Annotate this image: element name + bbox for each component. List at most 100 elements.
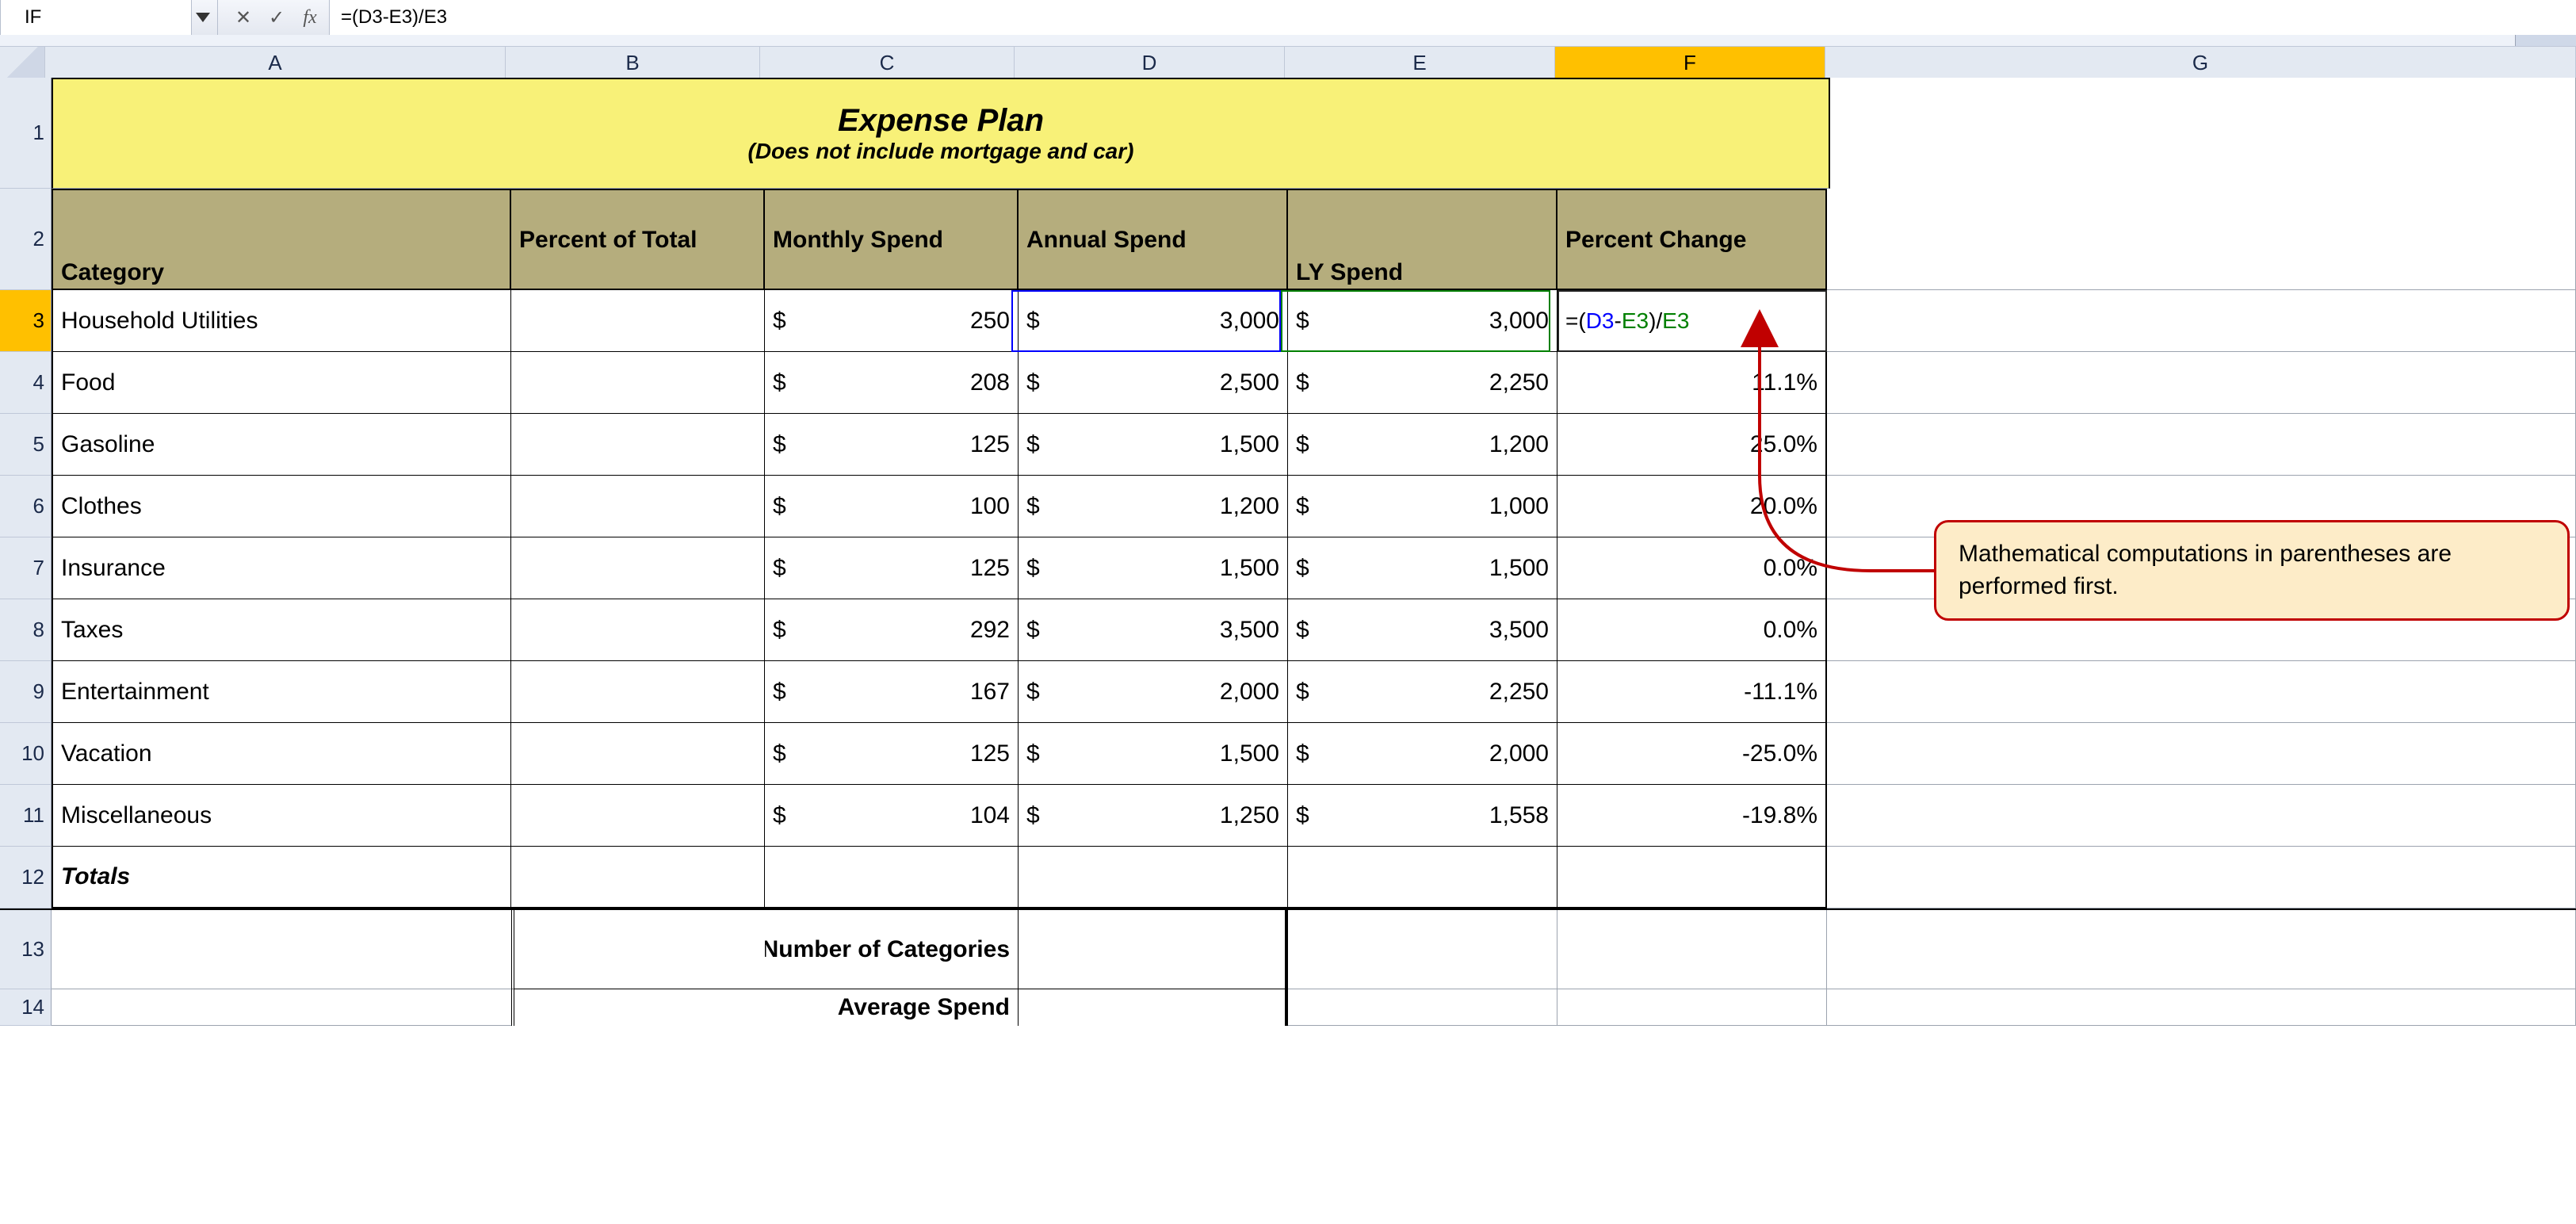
col-header-D[interactable]: D bbox=[1015, 47, 1285, 78]
cell-G1[interactable] bbox=[1830, 78, 2576, 189]
cell-E3[interactable]: $3,000 bbox=[1288, 290, 1557, 352]
cell-A12-totals[interactable]: Totals bbox=[52, 847, 511, 908]
row-header-4[interactable]: 4 bbox=[0, 352, 52, 414]
header-annual-spend[interactable]: Annual Spend bbox=[1019, 189, 1288, 290]
cell-A14[interactable] bbox=[52, 989, 511, 1026]
cell-C10[interactable]: $125 bbox=[765, 723, 1019, 785]
row-header-11[interactable]: 11 bbox=[0, 785, 52, 847]
cell-B14-label[interactable] bbox=[511, 989, 765, 1026]
cell-D14[interactable] bbox=[1019, 989, 1288, 1026]
row-header-5[interactable]: 5 bbox=[0, 414, 52, 476]
header-category[interactable]: Category bbox=[52, 189, 511, 290]
row-header-6[interactable]: 6 bbox=[0, 476, 52, 537]
cell-B10[interactable] bbox=[511, 723, 765, 785]
cell-C8[interactable]: $292 bbox=[765, 599, 1019, 661]
cell-C3[interactable]: $250 bbox=[765, 290, 1019, 352]
cell-E9[interactable]: $2,250 bbox=[1288, 661, 1557, 723]
cell-A4[interactable]: Food bbox=[52, 352, 511, 414]
cell-E4[interactable]: $2,250 bbox=[1288, 352, 1557, 414]
cell-G4[interactable] bbox=[1827, 352, 2576, 414]
cell-F11[interactable]: -19.8% bbox=[1557, 785, 1827, 847]
cell-G13[interactable] bbox=[1827, 910, 2576, 989]
cell-F12[interactable] bbox=[1557, 847, 1827, 908]
cell-F13[interactable] bbox=[1557, 910, 1827, 989]
cell-F5[interactable]: 25.0% bbox=[1557, 414, 1827, 476]
cell-E7[interactable]: $1,500 bbox=[1288, 537, 1557, 599]
cell-G5[interactable] bbox=[1827, 414, 2576, 476]
col-header-G[interactable]: G bbox=[1825, 47, 2576, 78]
cell-G12[interactable] bbox=[1827, 847, 2576, 908]
row-header-1[interactable]: 1 bbox=[0, 78, 52, 189]
cell-B6[interactable] bbox=[511, 476, 765, 537]
cell-B8[interactable] bbox=[511, 599, 765, 661]
cell-C12[interactable] bbox=[765, 847, 1019, 908]
cell-C7[interactable]: $125 bbox=[765, 537, 1019, 599]
cell-A8[interactable]: Taxes bbox=[52, 599, 511, 661]
select-all-corner[interactable] bbox=[0, 47, 45, 78]
col-header-E[interactable]: E bbox=[1285, 47, 1555, 78]
cell-D4[interactable]: $2,500 bbox=[1019, 352, 1288, 414]
cell-E13[interactable] bbox=[1288, 910, 1557, 989]
cell-B11[interactable] bbox=[511, 785, 765, 847]
cell-F6[interactable]: 20.0% bbox=[1557, 476, 1827, 537]
cell-G2[interactable] bbox=[1827, 189, 2576, 290]
cell-B7[interactable] bbox=[511, 537, 765, 599]
cell-C9[interactable]: $167 bbox=[765, 661, 1019, 723]
cell-B13-label[interactable] bbox=[511, 910, 765, 989]
header-percent-change[interactable]: Percent Change bbox=[1557, 189, 1827, 290]
cell-D10[interactable]: $1,500 bbox=[1019, 723, 1288, 785]
cell-F3[interactable]: =(D3-E3)/E3 bbox=[1557, 290, 1827, 352]
cancel-icon[interactable]: ✕ bbox=[232, 6, 254, 29]
cell-C6[interactable]: $100 bbox=[765, 476, 1019, 537]
cell-E14[interactable] bbox=[1288, 989, 1557, 1026]
cell-A7[interactable]: Insurance bbox=[52, 537, 511, 599]
formula-input[interactable]: =(D3-E3)/E3 bbox=[330, 0, 2576, 35]
cell-G11[interactable] bbox=[1827, 785, 2576, 847]
row-header-10[interactable]: 10 bbox=[0, 723, 52, 785]
cell-F8[interactable]: 0.0% bbox=[1557, 599, 1827, 661]
cell-D6[interactable]: $1,200 bbox=[1019, 476, 1288, 537]
name-box-dropdown-icon[interactable] bbox=[192, 5, 214, 30]
cell-A5[interactable]: Gasoline bbox=[52, 414, 511, 476]
col-header-B[interactable]: B bbox=[506, 47, 760, 78]
header-ly-spend[interactable]: LY Spend bbox=[1288, 189, 1557, 290]
row-header-13[interactable]: 13 bbox=[0, 910, 52, 989]
row-header-3[interactable]: 3 bbox=[0, 290, 52, 352]
cell-D8[interactable]: $3,500 bbox=[1019, 599, 1288, 661]
cell-D9[interactable]: $2,000 bbox=[1019, 661, 1288, 723]
cell-D12[interactable] bbox=[1019, 847, 1288, 908]
header-monthly-spend[interactable]: Monthly Spend bbox=[765, 189, 1019, 290]
cell-E10[interactable]: $2,000 bbox=[1288, 723, 1557, 785]
cell-A11[interactable]: Miscellaneous bbox=[52, 785, 511, 847]
cell-C4[interactable]: $208 bbox=[765, 352, 1019, 414]
name-box[interactable]: IF bbox=[0, 0, 192, 35]
col-header-A[interactable]: A bbox=[45, 47, 506, 78]
cell-B4[interactable] bbox=[511, 352, 765, 414]
cell-D13[interactable] bbox=[1019, 910, 1288, 989]
cell-F7[interactable]: 0.0% bbox=[1557, 537, 1827, 599]
enter-icon[interactable]: ✓ bbox=[266, 6, 288, 29]
cell-A9[interactable]: Entertainment bbox=[52, 661, 511, 723]
cell-F4[interactable]: 11.1% bbox=[1557, 352, 1827, 414]
cell-C11[interactable]: $104 bbox=[765, 785, 1019, 847]
cell-D3[interactable]: $3,000 bbox=[1019, 290, 1288, 352]
cell-C13-label[interactable]: Number of Categories bbox=[765, 910, 1019, 989]
cell-A13[interactable] bbox=[52, 910, 511, 989]
cell-E12[interactable] bbox=[1288, 847, 1557, 908]
cell-E5[interactable]: $1,200 bbox=[1288, 414, 1557, 476]
cell-D7[interactable]: $1,500 bbox=[1019, 537, 1288, 599]
cell-G9[interactable] bbox=[1827, 661, 2576, 723]
header-percent-total[interactable]: Percent of Total bbox=[511, 189, 765, 290]
col-header-C[interactable]: C bbox=[760, 47, 1015, 78]
cell-E8[interactable]: $3,500 bbox=[1288, 599, 1557, 661]
title-cell[interactable]: Expense Plan (Does not include mortgage … bbox=[52, 78, 1830, 189]
cell-B3[interactable] bbox=[511, 290, 765, 352]
cell-C5[interactable]: $125 bbox=[765, 414, 1019, 476]
col-header-F[interactable]: F bbox=[1555, 47, 1825, 78]
row-header-8[interactable]: 8 bbox=[0, 599, 52, 661]
cell-F9[interactable]: -11.1% bbox=[1557, 661, 1827, 723]
cell-A6[interactable]: Clothes bbox=[52, 476, 511, 537]
cell-F10[interactable]: -25.0% bbox=[1557, 723, 1827, 785]
cell-G3[interactable] bbox=[1827, 290, 2576, 352]
insert-function-icon[interactable]: fx bbox=[299, 7, 321, 29]
